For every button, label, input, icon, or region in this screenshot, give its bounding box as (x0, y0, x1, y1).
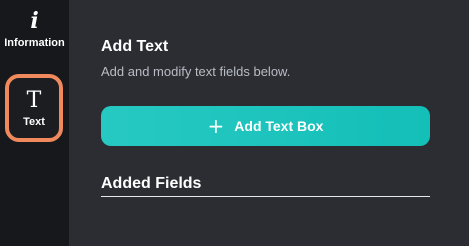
add-text-box-button[interactable]: + Add Text Box (101, 106, 430, 146)
main-panel: Add Text Add and modify text fields belo… (69, 0, 469, 246)
sidebar-item-label: Information (4, 37, 65, 49)
text-icon: T (26, 88, 42, 113)
page-title: Add Text (101, 38, 169, 55)
sidebar-item-label: Text (23, 116, 45, 128)
info-icon: i (30, 8, 39, 34)
plus-icon: + (207, 114, 225, 138)
sidebar-item-text[interactable]: T Text (5, 74, 63, 142)
sidebar-item-information[interactable]: i Information (0, 8, 69, 68)
section-title: Added Fields (101, 175, 202, 192)
page-subtitle: Add and modify text fields below. (101, 64, 291, 79)
sidebar: i Information T Text (0, 0, 69, 246)
text-editor-panel: i Information T Text Add Text Add and mo… (0, 0, 469, 246)
add-text-box-label: Add Text Box (234, 118, 324, 134)
section-divider (101, 196, 430, 197)
